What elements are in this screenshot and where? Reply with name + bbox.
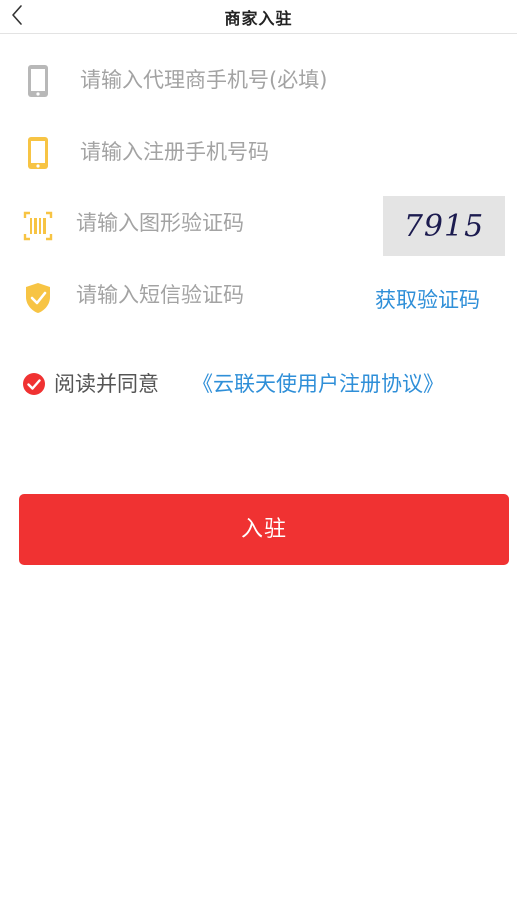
sms-code-input[interactable]: [76, 278, 366, 312]
agreement-link[interactable]: 《云联天使用户注册协议》: [192, 368, 444, 398]
shield-check-icon: [22, 280, 54, 316]
agent-phone-row: [0, 55, 517, 105]
get-sms-code-button[interactable]: 获取验证码: [375, 284, 480, 314]
captcha-text: 7915: [403, 209, 485, 244]
sms-code-row: 获取验证码: [0, 272, 517, 322]
captcha-image[interactable]: 7915: [383, 196, 505, 256]
agreement-prefix: 阅读并同意: [54, 372, 159, 396]
agent-phone-input[interactable]: [80, 63, 380, 97]
page-title: 商家入驻: [224, 9, 293, 28]
register-phone-input[interactable]: [80, 135, 380, 169]
image-code-input[interactable]: [76, 206, 366, 240]
register-phone-row: [0, 127, 517, 177]
submit-button[interactable]: 入驻: [19, 494, 509, 565]
phone-yellow-icon: [22, 135, 54, 171]
check-circle-icon: [23, 373, 45, 395]
top-navbar: 商家入驻: [0, 0, 517, 34]
image-code-row: 7915: [0, 196, 517, 258]
barcode-scan-icon: [22, 208, 54, 244]
agreement-checkbox[interactable]: [22, 372, 46, 396]
phone-gray-icon: [22, 63, 54, 99]
agreement-row: 阅读并同意 《云联天使用户注册协议》: [22, 366, 502, 398]
